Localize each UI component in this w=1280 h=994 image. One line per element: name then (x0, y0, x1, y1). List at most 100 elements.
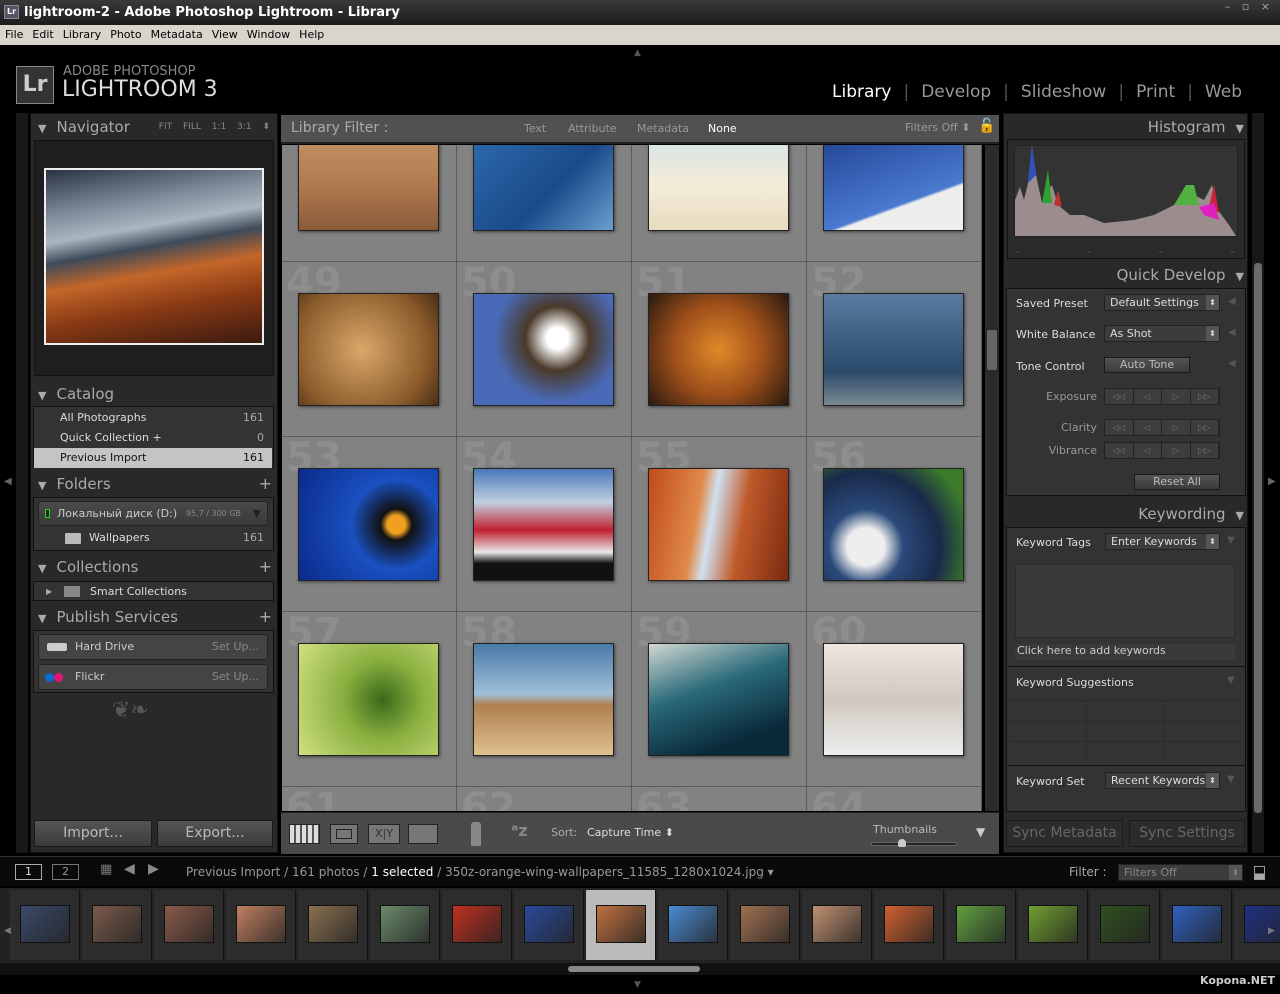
filter-lock-switch[interactable] (1254, 866, 1265, 880)
saved-preset-select[interactable]: Default Settings ⬍ (1104, 294, 1220, 311)
filmstrip-cell[interactable] (370, 890, 440, 960)
keyword-suggestions-grid[interactable] (1010, 700, 1240, 760)
grid-scrollbar-thumb[interactable] (987, 330, 997, 370)
export-button[interactable]: Export... (157, 820, 273, 847)
zoom-fill[interactable]: FILL (183, 122, 201, 132)
survey-view-button[interactable] (408, 824, 438, 844)
grid-cell[interactable]: 59 (632, 610, 807, 787)
import-button[interactable]: Import... (34, 820, 152, 847)
grid-cell[interactable]: 57 (282, 610, 457, 787)
filmstrip-cell[interactable] (1234, 890, 1280, 960)
menu-photo[interactable]: Photo (110, 28, 141, 41)
white-balance-select[interactable]: As Shot ⬍ (1104, 325, 1220, 342)
filter-presets-dropdown[interactable]: Filters Off ⬍ (905, 121, 970, 134)
expand-icon[interactable]: ◀ (1228, 358, 1236, 369)
toolbar-options-icon[interactable]: ▼ (976, 825, 985, 839)
grid-cell[interactable]: 53 (282, 435, 457, 612)
bottom-panel-toggle-icon[interactable]: ▼ (634, 980, 641, 990)
filmstrip-scroll-right-icon[interactable]: ▶ (1268, 926, 1275, 936)
photo-thumbnail[interactable] (298, 468, 439, 581)
second-window-button[interactable]: 2 (52, 864, 79, 880)
back-arrow-icon[interactable]: ◀ (124, 861, 135, 877)
smart-collections[interactable]: ▶ Smart Collections (33, 581, 274, 601)
navigator-header[interactable]: ▼ Navigator FIT FILL 1:1 3:1 ⬍ (38, 115, 274, 139)
filmstrip-thumbnail[interactable] (812, 905, 862, 943)
filter-tab-text[interactable]: Text (524, 122, 546, 135)
histogram-header[interactable]: Histogram ▼ (1010, 115, 1244, 139)
photo-thumbnail[interactable] (823, 643, 964, 756)
publish-hard-drive[interactable]: Hard Drive Set Up... (38, 634, 268, 660)
filmstrip-cell[interactable] (658, 890, 728, 960)
module-library[interactable]: Library (832, 82, 891, 102)
add-keywords-input[interactable]: Click here to add keywords (1015, 644, 1235, 660)
menu-edit[interactable]: Edit (32, 28, 53, 41)
add-collection-icon[interactable]: + (259, 555, 272, 579)
photo-thumbnail[interactable] (298, 293, 439, 406)
photo-thumbnail[interactable] (823, 468, 964, 581)
menu-metadata[interactable]: Metadata (151, 28, 203, 41)
collections-header[interactable]: ▼ Collections + (38, 555, 274, 579)
filter-tab-metadata[interactable]: Metadata (637, 122, 689, 135)
module-print[interactable]: Print (1136, 82, 1175, 102)
photo-thumbnail[interactable] (823, 293, 964, 406)
photo-thumbnail[interactable] (473, 643, 614, 756)
sync-metadata-button[interactable]: Sync Metadata (1006, 820, 1123, 847)
filmstrip-thumbnail[interactable] (956, 905, 1006, 943)
zoom-fit[interactable]: FIT (159, 122, 172, 132)
filmstrip-cell[interactable] (874, 890, 944, 960)
add-folder-icon[interactable]: + (259, 472, 272, 496)
window-controls[interactable]: – ▫ × (1225, 0, 1274, 13)
thumbnail-size-knob[interactable] (898, 839, 907, 847)
menu-file[interactable]: File (5, 28, 23, 41)
exposure-stepper[interactable]: ◁◁ ◁ ▷ ▷▷ (1104, 388, 1220, 405)
painter-spray-can-icon[interactable] (471, 822, 481, 846)
grid-cell[interactable]: 63 (632, 785, 807, 811)
catalog-item-previous-import[interactable]: Previous Import 161 (34, 448, 272, 468)
grid-cell[interactable]: 51 (632, 260, 807, 437)
grid-view-icon[interactable]: ▦ (100, 862, 112, 877)
keyword-tags-area[interactable] (1015, 564, 1235, 638)
photo-thumbnail[interactable] (298, 145, 439, 231)
filter-tab-none[interactable]: None (708, 122, 737, 135)
filmstrip-cell[interactable] (226, 890, 296, 960)
publish-flickr[interactable]: Flickr Set Up... (38, 664, 268, 690)
grid-cell[interactable]: 60 (807, 610, 982, 787)
grid-view-button[interactable] (289, 824, 320, 844)
lock-icon[interactable]: 🔓 (978, 118, 995, 134)
grid-cell[interactable]: 55 (632, 435, 807, 612)
auto-tone-button[interactable]: Auto Tone (1104, 357, 1190, 373)
filmstrip-thumbnail[interactable] (92, 905, 142, 943)
photo-thumbnail[interactable] (648, 145, 789, 231)
grid-cell[interactable]: 56 (807, 435, 982, 612)
grid-cell[interactable]: 61 (282, 785, 457, 811)
forward-arrow-icon[interactable]: ▶ (148, 861, 159, 877)
right-panel-toggle-icon[interactable]: ▶ (1268, 476, 1276, 487)
publish-services-header[interactable]: ▼ Publish Services + (38, 605, 274, 629)
keyword-tags-select[interactable]: Enter Keywords ⬍ (1105, 533, 1220, 550)
volume-dropdown-icon[interactable]: ▼ (253, 502, 261, 525)
filmstrip-cell[interactable] (154, 890, 224, 960)
setup-link[interactable]: Set Up... (212, 665, 259, 689)
filmstrip-scrollbar[interactable] (0, 963, 1280, 975)
module-develop[interactable]: Develop (921, 82, 991, 102)
grid-cell[interactable]: 64 (807, 785, 982, 811)
filmstrip-thumbnail[interactable] (1028, 905, 1078, 943)
filmstrip-thumbnail[interactable] (452, 905, 502, 943)
main-window-button[interactable]: 1 (15, 864, 42, 880)
collapse-icon[interactable]: ▼ (1227, 774, 1235, 785)
filmstrip-filter-select[interactable]: Filters Off ⬍ (1118, 864, 1243, 881)
filmstrip-thumbnail[interactable] (20, 905, 70, 943)
folders-header[interactable]: ▼ Folders + (38, 472, 274, 496)
folder-item-wallpapers[interactable]: Wallpapers 161 (34, 528, 272, 548)
zoom-3-1[interactable]: 3:1 (237, 122, 251, 132)
setup-link[interactable]: Set Up... (212, 635, 259, 659)
photo-thumbnail[interactable] (648, 468, 789, 581)
module-web[interactable]: Web (1205, 82, 1242, 102)
photo-thumbnail[interactable] (473, 145, 614, 231)
navigator-zoom-options[interactable]: FIT FILL 1:1 3:1 ⬍ (159, 115, 270, 139)
filmstrip-thumbnail[interactable] (668, 905, 718, 943)
filmstrip-thumbnail[interactable] (236, 905, 286, 943)
menu-window[interactable]: Window (247, 28, 290, 41)
menu-help[interactable]: Help (299, 28, 324, 41)
grid-cell[interactable]: 58 (457, 610, 632, 787)
